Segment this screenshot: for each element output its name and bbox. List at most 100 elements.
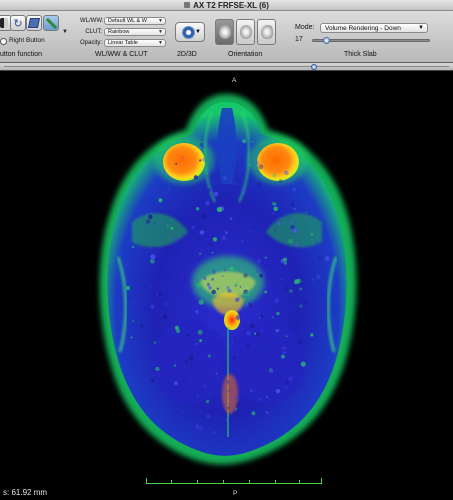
- tool-dropdown-arrow-icon[interactable]: ▼: [62, 29, 68, 35]
- tissue-speckle: [247, 302, 253, 308]
- tissue-speckle: [284, 385, 288, 389]
- chevron-down-icon: ▼: [195, 29, 201, 35]
- tissue-speckle: [201, 145, 205, 149]
- tissue-speckle: [258, 164, 264, 170]
- tissue-speckle: [195, 342, 199, 346]
- tissue-speckle: [151, 369, 154, 372]
- tissue-speckle: [243, 144, 246, 147]
- tissue-speckle: [231, 165, 234, 167]
- tissue-speckle: [211, 251, 214, 254]
- tissue-speckle: [289, 216, 292, 219]
- tissue-speckle: [202, 157, 207, 162]
- tissue-speckle: [244, 291, 250, 297]
- tissue-speckle: [280, 217, 283, 220]
- rotate-icon: ↻: [13, 17, 23, 30]
- tissue-speckle: [199, 159, 202, 162]
- thick-slab-mode-select[interactable]: Volume Rendering - Down ▼: [320, 23, 428, 33]
- tissue-speckle: [240, 240, 244, 243]
- tissue-speckle: [215, 372, 218, 375]
- tissue-speckle: [227, 406, 230, 410]
- slab-slider-knob[interactable]: [323, 37, 331, 44]
- rotate-tool-button[interactable]: ↻: [10, 15, 26, 31]
- tissue-speckle: [208, 286, 212, 290]
- tissue-speckle: [299, 304, 303, 308]
- opacity-select[interactable]: Linear Table ▼: [104, 39, 166, 47]
- slice-scroller[interactable]: [0, 63, 453, 71]
- tissue-speckle: [299, 287, 303, 291]
- tissue-speckle: [197, 329, 203, 335]
- tissue-speckle: [207, 354, 211, 358]
- tissue-speckle: [310, 333, 314, 337]
- tissue-speckle: [273, 229, 277, 232]
- tissue-speckle: [170, 226, 174, 230]
- axial-orientation-button[interactable]: [215, 19, 234, 45]
- tissue-speckle: [230, 420, 233, 423]
- tissue-speckle: [217, 322, 220, 324]
- tissue-speckle: [222, 156, 225, 160]
- tissue-speckle: [258, 397, 261, 401]
- tissue-speckle: [228, 390, 230, 393]
- tissue-speckle: [201, 225, 207, 231]
- sagittal-orientation-button[interactable]: [257, 19, 276, 45]
- coronal-orientation-button[interactable]: [236, 19, 255, 45]
- slab-thickness-slider[interactable]: [312, 37, 430, 44]
- slice-scroller-knob[interactable]: [311, 64, 318, 70]
- tissue-speckle: [145, 219, 151, 224]
- tissue-speckle: [293, 207, 296, 211]
- tissue-speckle: [262, 193, 265, 195]
- tissue-speckle: [293, 200, 295, 203]
- tissue-speckle: [156, 294, 158, 296]
- tissue-speckle: [166, 224, 169, 227]
- tissue-speckle: [285, 335, 288, 338]
- tissue-speckle: [198, 252, 202, 255]
- tissue-speckle: [189, 363, 194, 368]
- tissue-speckle: [158, 198, 163, 203]
- tissue-speckle: [216, 343, 219, 346]
- tissue-speckle: [130, 336, 133, 339]
- mouse-button-function-label: utton function: [0, 51, 43, 58]
- tissue-speckle: [279, 344, 282, 347]
- tissue-speckle: [256, 269, 259, 273]
- tissue-speckle: [216, 206, 222, 213]
- tissue-speckle: [225, 231, 228, 234]
- tissue-speckle: [264, 256, 267, 259]
- tissue-speckle: [308, 269, 312, 273]
- tissue-speckle: [140, 324, 144, 328]
- tissue-speckle: [198, 299, 204, 305]
- slice-scroller-track[interactable]: [4, 66, 449, 67]
- tissue-speckle: [143, 284, 146, 288]
- tissue-speckle: [205, 200, 210, 206]
- measure-tool-button[interactable]: [43, 15, 59, 31]
- tissue-speckle: [176, 411, 180, 415]
- tissue-speckle: [159, 268, 162, 271]
- tissue-speckle: [317, 256, 323, 262]
- tissue-speckle: [283, 257, 288, 262]
- image-viewer[interactable]: A P s: 61.92 mm: [0, 72, 453, 500]
- head-sagittal-icon: [261, 25, 273, 39]
- tissue-speckle: [289, 289, 293, 293]
- orientation-marker-top: A: [232, 77, 237, 84]
- tissue-speckle: [288, 376, 293, 382]
- orientation-marker-bottom: P: [233, 490, 238, 497]
- right-button-radio[interactable]: [0, 38, 7, 45]
- clut-select[interactable]: Rainbow ▼: [104, 28, 166, 36]
- tissue-speckle: [174, 325, 179, 330]
- nasal-midline: [217, 108, 237, 184]
- stack-tool-button[interactable]: [26, 15, 42, 31]
- tissue-speckle: [241, 189, 246, 194]
- chevron-down-icon: ▼: [158, 29, 163, 35]
- tissue-speckle: [216, 287, 219, 290]
- 2d-3d-menu-button[interactable]: ▼: [175, 22, 205, 42]
- wlww-select[interactable]: Default WL & W ▼: [104, 17, 166, 25]
- tissue-speckle: [152, 246, 155, 249]
- tissue-speckle: [263, 199, 267, 203]
- tissue-speckle: [280, 278, 283, 280]
- tissue-speckle: [246, 331, 251, 336]
- tissue-speckle: [227, 289, 232, 293]
- tissue-speckle: [202, 287, 206, 290]
- tissue-speckle: [236, 402, 241, 408]
- tissue-speckle: [212, 270, 216, 275]
- scale-readout: s: 61.92 mm: [3, 488, 48, 497]
- tissue-speckle: [216, 400, 219, 403]
- tissue-speckle: [206, 414, 211, 419]
